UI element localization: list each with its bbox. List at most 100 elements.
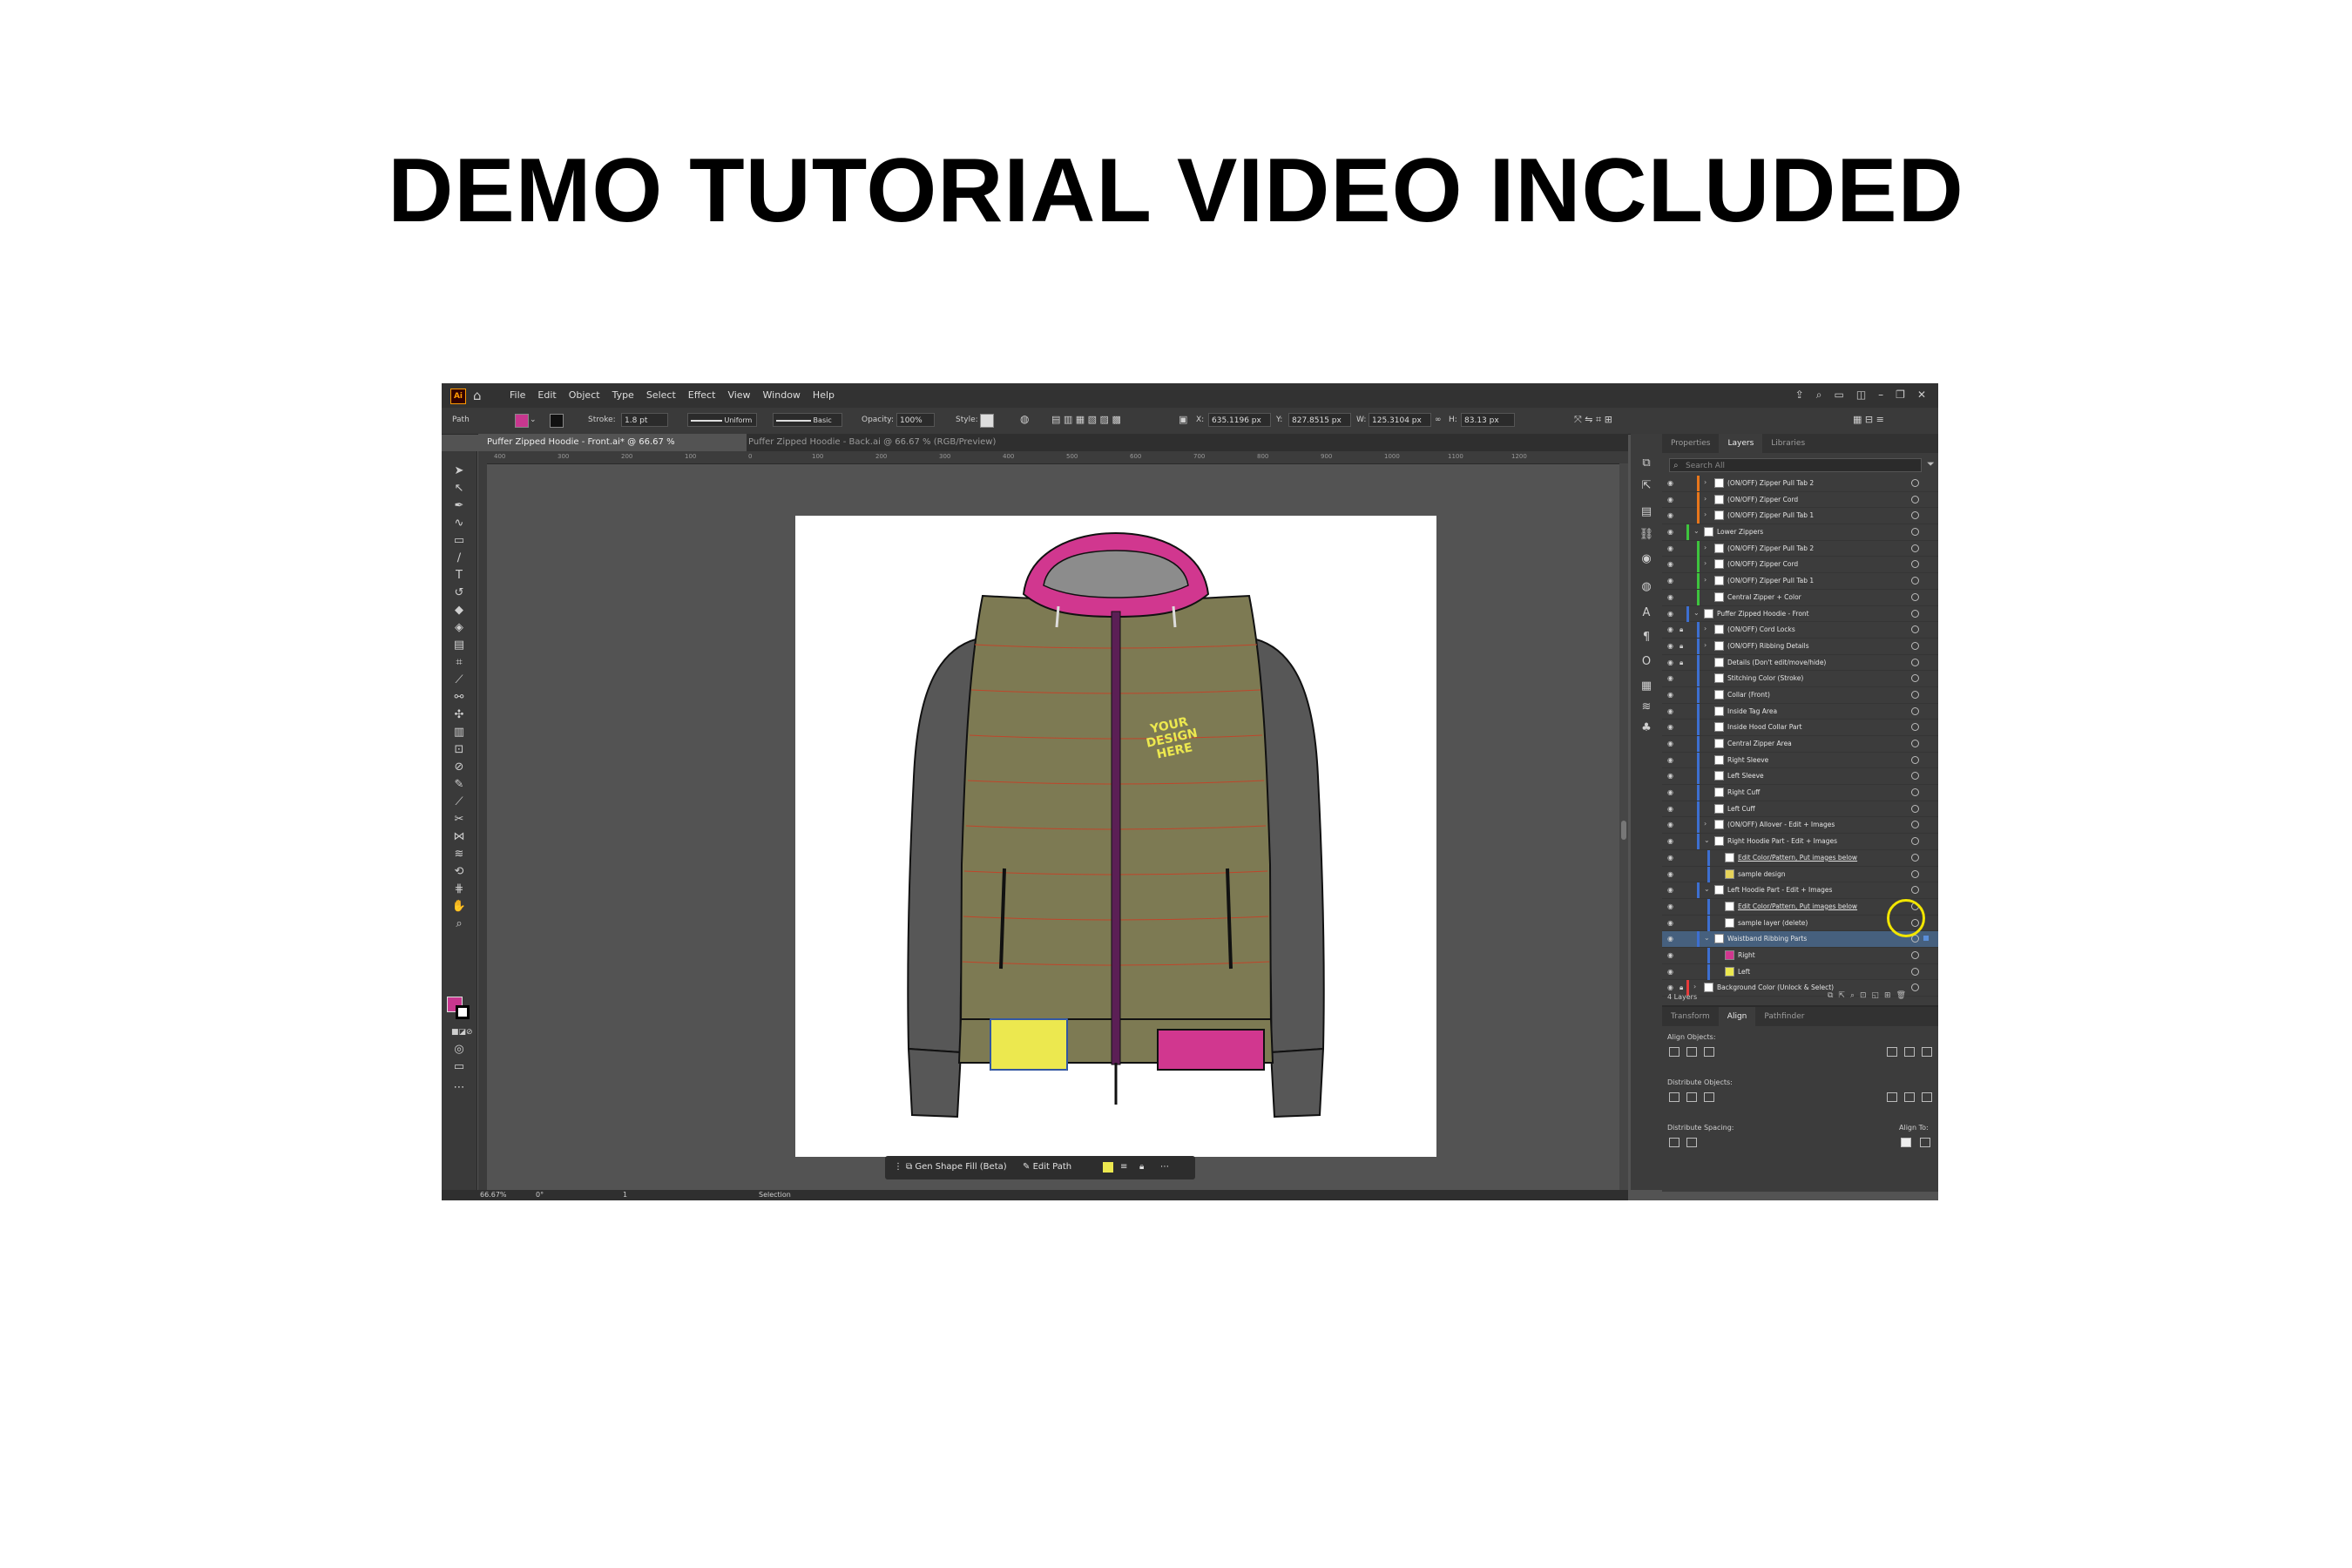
- mesh-tool-icon[interactable]: ⌗: [451, 655, 467, 671]
- lock-icon[interactable]: 🔒︎: [1680, 642, 1683, 651]
- distribute-v-center-icon[interactable]: [1686, 1092, 1697, 1102]
- distribute-top-icon[interactable]: [1669, 1092, 1680, 1102]
- chevron-right-icon[interactable]: ›: [1693, 983, 1696, 990]
- layer-row[interactable]: ◉ Left: [1662, 963, 1938, 981]
- curvature-tool-icon[interactable]: ∿: [451, 516, 467, 531]
- eraser-tool-icon[interactable]: ◆: [451, 603, 467, 618]
- rotate-tool-icon[interactable]: ↺: [451, 585, 467, 601]
- layer-row[interactable]: ◉ Inside Hood Collar Part: [1662, 720, 1938, 736]
- layer-row[interactable]: ◉ Inside Tag Area: [1662, 703, 1938, 720]
- target-circle-icon[interactable]: [1911, 528, 1919, 537]
- right-cuff[interactable]: [1269, 1047, 1325, 1119]
- workspace-icon[interactable]: ▭: [1834, 389, 1843, 402]
- chevron-right-icon[interactable]: ›: [1704, 576, 1707, 584]
- target-circle-icon[interactable]: [1911, 625, 1919, 634]
- visibility-eye-icon[interactable]: ◉: [1667, 805, 1673, 813]
- visibility-eye-icon[interactable]: ◉: [1667, 610, 1673, 618]
- zoom-tool-icon[interactable]: ⌕: [451, 916, 467, 932]
- target-circle-icon[interactable]: [1911, 723, 1919, 732]
- more-tools-icon[interactable]: ⋯: [451, 1080, 467, 1096]
- x-field[interactable]: 635.1196 px: [1208, 413, 1271, 427]
- visibility-eye-icon[interactable]: ◉: [1667, 886, 1673, 894]
- links-panel-icon[interactable]: ⛓: [1639, 528, 1654, 541]
- layer-row[interactable]: ◉ › (ON/OFF) Zipper Cord: [1662, 491, 1938, 509]
- visibility-eye-icon[interactable]: ◉: [1667, 723, 1673, 731]
- visibility-eye-icon[interactable]: ◉: [1667, 870, 1673, 878]
- target-circle-icon[interactable]: [1911, 690, 1919, 699]
- layer-row[interactable]: ◉ › (ON/OFF) Zipper Pull Tab 2: [1662, 476, 1938, 492]
- chevron-down-icon[interactable]: ⌄: [530, 416, 537, 424]
- y-field[interactable]: 827.8515 px: [1288, 413, 1351, 427]
- target-circle-icon[interactable]: [1911, 674, 1919, 683]
- tab-layers[interactable]: Layers: [1719, 434, 1763, 453]
- layer-row[interactable]: ◉ ⌄ Puffer Zipped Hoodie - Front: [1662, 605, 1938, 623]
- layer-row[interactable]: ◉ Collar (Front): [1662, 686, 1938, 704]
- artboard-tool-icon[interactable]: ⊡: [451, 742, 467, 758]
- tab-properties[interactable]: Properties: [1662, 434, 1719, 453]
- distribute-left-icon[interactable]: [1887, 1092, 1897, 1102]
- target-circle-icon[interactable]: [1911, 755, 1919, 764]
- rotation-value[interactable]: 0°: [536, 1191, 544, 1199]
- minimize-icon[interactable]: –: [1878, 389, 1883, 402]
- layer-row[interactable]: ◉ Left Sleeve: [1662, 768, 1938, 786]
- target-circle-icon[interactable]: [1911, 511, 1919, 520]
- tab-back-document[interactable]: Puffer Zipped Hoodie - Back.ai @ 66.67 %…: [740, 434, 1010, 464]
- variable-width-profile[interactable]: Uniform: [687, 413, 757, 427]
- drag-handle-icon[interactable]: ⋮: [894, 1162, 902, 1172]
- target-circle-icon[interactable]: [1911, 592, 1919, 601]
- eyedropper-tool-icon[interactable]: ⟋: [451, 672, 467, 688]
- graphic-styles-icon[interactable]: ▦: [1639, 679, 1654, 693]
- target-circle-icon[interactable]: [1911, 641, 1919, 650]
- rectangle-tool-icon[interactable]: ▭: [451, 533, 467, 549]
- visibility-eye-icon[interactable]: ◉: [1667, 560, 1673, 568]
- canvas-scrollbar[interactable]: [1619, 463, 1628, 1190]
- close-icon[interactable]: ✕: [1917, 389, 1926, 402]
- brush-definition[interactable]: Basic: [773, 413, 842, 427]
- document-info-icon[interactable]: ▤: [1639, 505, 1654, 518]
- more-options-icon[interactable]: ⋯: [1160, 1162, 1169, 1172]
- target-circle-icon[interactable]: [1911, 804, 1919, 813]
- visibility-eye-icon[interactable]: ◉: [1667, 659, 1673, 666]
- menu-edit[interactable]: Edit: [537, 389, 556, 401]
- gen-shape-fill-button[interactable]: ⧉ Gen Shape Fill (Beta): [906, 1162, 1007, 1172]
- zoom-level[interactable]: 66.67%: [480, 1191, 507, 1199]
- target-circle-icon[interactable]: [1911, 837, 1919, 846]
- slice-tool-icon[interactable]: ⊘: [451, 760, 467, 775]
- character-panel-icon[interactable]: A: [1639, 606, 1654, 619]
- layer-row[interactable]: ◉ 🔒︎ Details (Don't edit/move/hide): [1662, 654, 1938, 672]
- target-circle-icon[interactable]: [1911, 560, 1919, 569]
- chevron-right-icon[interactable]: ›: [1704, 495, 1707, 503]
- type-tool-icon[interactable]: T: [451, 568, 467, 584]
- visibility-eye-icon[interactable]: ◉: [1667, 772, 1673, 780]
- chevron-right-icon[interactable]: ›: [1704, 641, 1707, 649]
- layer-row[interactable]: ◉ 🔒︎ › (ON/OFF) Ribbing Details: [1662, 638, 1938, 655]
- layer-row[interactable]: ◉ ⌄ Right Hoodie Part - Edit + Images: [1662, 834, 1938, 850]
- layer-row[interactable]: ◉ › (ON/OFF) Allover - Edit + Images: [1662, 817, 1938, 835]
- layer-row[interactable]: ◉ ⌄ Lower Zippers: [1662, 524, 1938, 541]
- visibility-eye-icon[interactable]: ◉: [1667, 707, 1673, 715]
- visibility-eye-icon[interactable]: ◉: [1667, 544, 1673, 552]
- layer-row[interactable]: ◉ › (ON/OFF) Zipper Pull Tab 2: [1662, 540, 1938, 558]
- target-circle-icon[interactable]: [1911, 967, 1919, 976]
- filter-icon[interactable]: ⏷: [1927, 458, 1935, 470]
- target-circle-icon[interactable]: [1911, 609, 1919, 618]
- visibility-eye-icon[interactable]: ◉: [1667, 479, 1673, 487]
- visibility-eye-icon[interactable]: ◉: [1667, 983, 1673, 991]
- lock-icon[interactable]: 🔒︎: [1680, 625, 1683, 634]
- target-circle-icon[interactable]: [1911, 983, 1919, 992]
- visibility-eye-icon[interactable]: ◉: [1667, 625, 1673, 633]
- align-icons[interactable]: ▤ ▥ ▦ ▧ ▨ ▩: [1051, 414, 1121, 425]
- align-left-icon[interactable]: [1669, 1047, 1680, 1057]
- chevron-right-icon[interactable]: ›: [1704, 544, 1707, 551]
- distribute-bottom-icon[interactable]: [1704, 1092, 1714, 1102]
- edit-path-button[interactable]: ✎ Edit Path: [1023, 1162, 1071, 1172]
- align-h-center-icon[interactable]: [1686, 1047, 1697, 1057]
- menu-lines-icon[interactable]: ≡: [1120, 1162, 1127, 1172]
- right-waistband-ribbing[interactable]: [1157, 1029, 1265, 1071]
- stroke-weight-field[interactable]: 1.8 pt: [621, 413, 668, 427]
- align-to-menu-icon[interactable]: [1920, 1138, 1930, 1147]
- menu-type[interactable]: Type: [612, 389, 634, 401]
- target-circle-icon[interactable]: [1911, 869, 1919, 878]
- align-bottom-icon[interactable]: [1922, 1047, 1932, 1057]
- chevron-down-icon[interactable]: ⌄: [1693, 527, 1700, 535]
